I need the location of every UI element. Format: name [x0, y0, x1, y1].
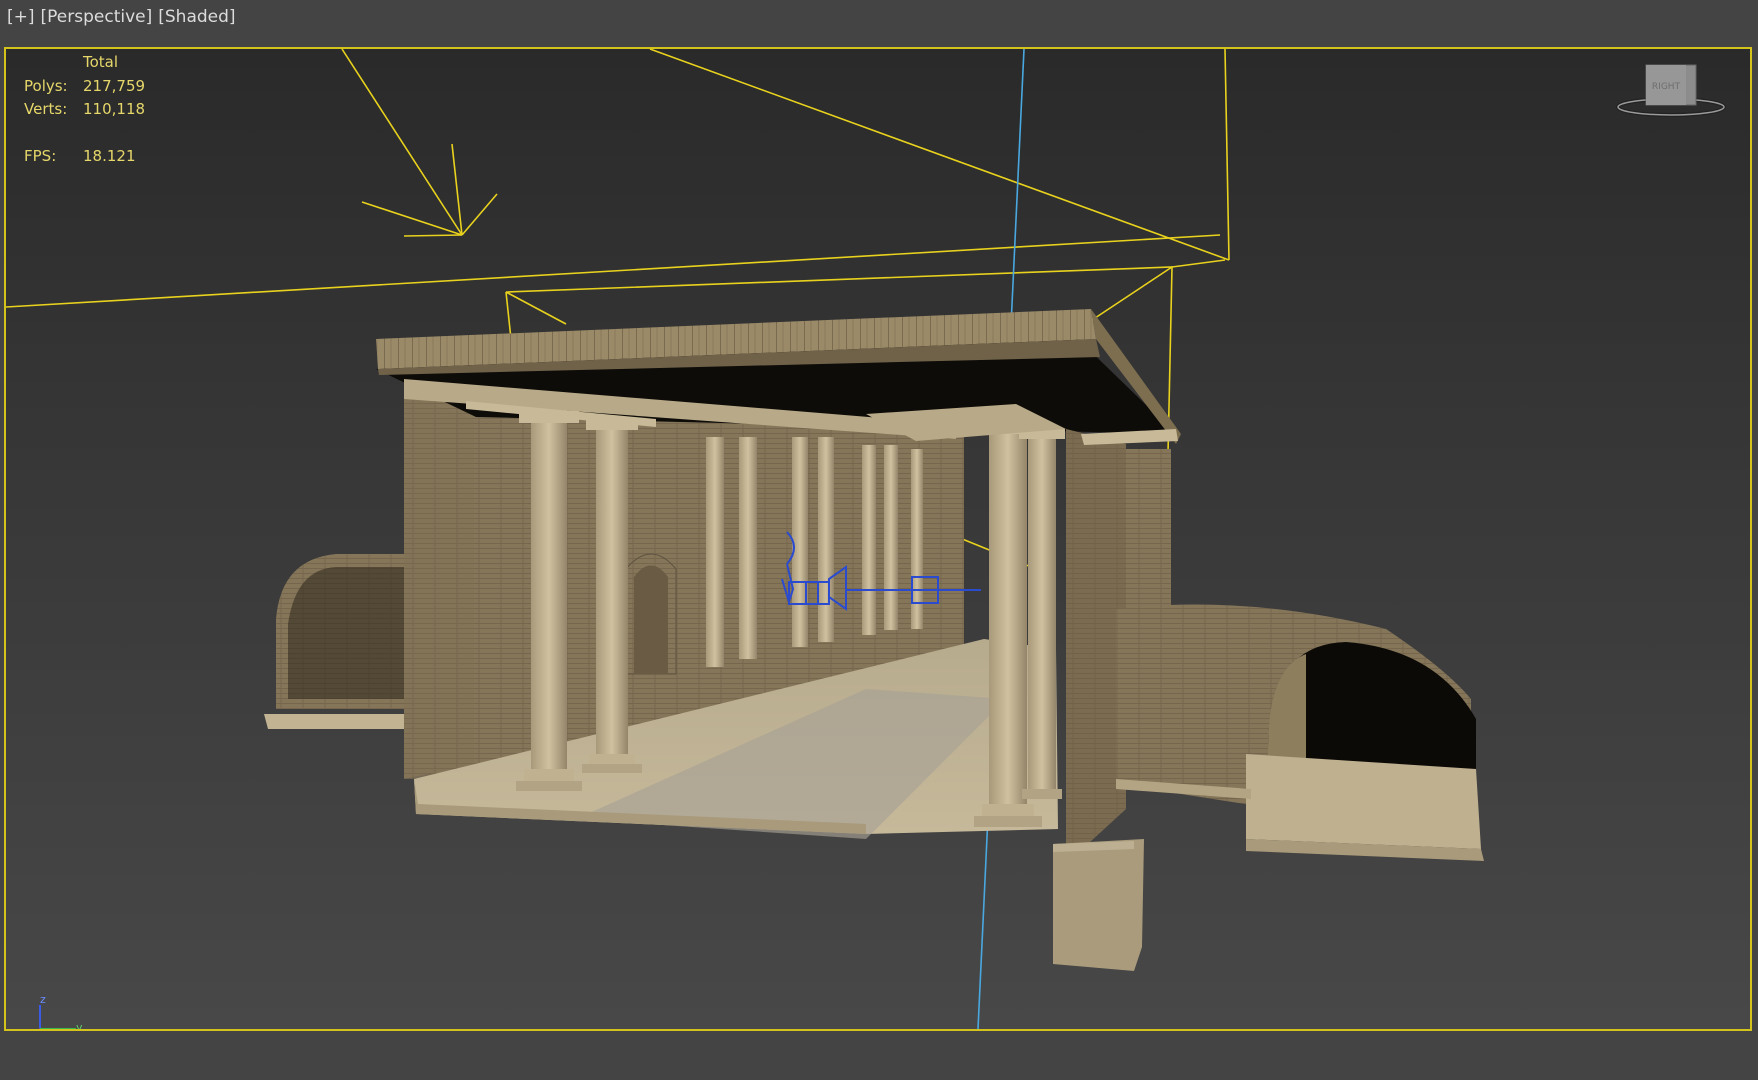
perspective-viewport[interactable]: Total Polys: 217,759 Verts: 110,118 FPS:…: [4, 47, 1752, 1031]
stats-header-row: Total: [24, 51, 145, 75]
temple-model-icon[interactable]: [264, 309, 1484, 971]
stat-key-fps: FPS:: [24, 147, 57, 165]
viewcube-face-label: RIGHT: [1652, 82, 1681, 92]
stat-value-polys: 217,759: [83, 76, 146, 95]
stat-key-polys: Polys:: [24, 76, 68, 95]
axis-label-y: y: [76, 1021, 83, 1031]
viewport-shading-menu[interactable]: [Shaded]: [158, 7, 235, 27]
viewport-label-bar: [+] [Perspective] [Shaded]: [0, 0, 1758, 42]
axis-label-z: z: [40, 993, 46, 1006]
stat-key-verts: Verts:: [24, 100, 68, 118]
stat-value-verts: 110,118: [83, 100, 146, 118]
stat-value-fps: 18.121: [83, 147, 136, 165]
viewport-bottom-strip: [0, 1031, 1758, 1080]
stat-row-fps: FPS: 18.121: [24, 145, 145, 169]
stat-row-polys: Polys: 217,759: [24, 75, 145, 99]
axis-tripod-icon: z y: [38, 993, 83, 1031]
viewport-statistics: Total Polys: 217,759 Verts: 110,118 FPS:…: [24, 51, 145, 169]
viewport-menu-plus[interactable]: [+]: [7, 7, 35, 27]
viewport-labels: [+] [Perspective] [Shaded]: [7, 7, 236, 27]
viewport-point-of-view-menu[interactable]: [Perspective]: [41, 7, 153, 27]
scene-render: [6, 49, 1484, 1029]
stat-row-verts: Verts: 110,118: [24, 98, 145, 122]
viewport-window: [+] [Perspective] [Shaded] Total Polys: …: [0, 0, 1758, 1080]
viewcube-icon[interactable]: RIGHT: [1616, 63, 1726, 118]
stats-header: Total: [83, 53, 119, 71]
